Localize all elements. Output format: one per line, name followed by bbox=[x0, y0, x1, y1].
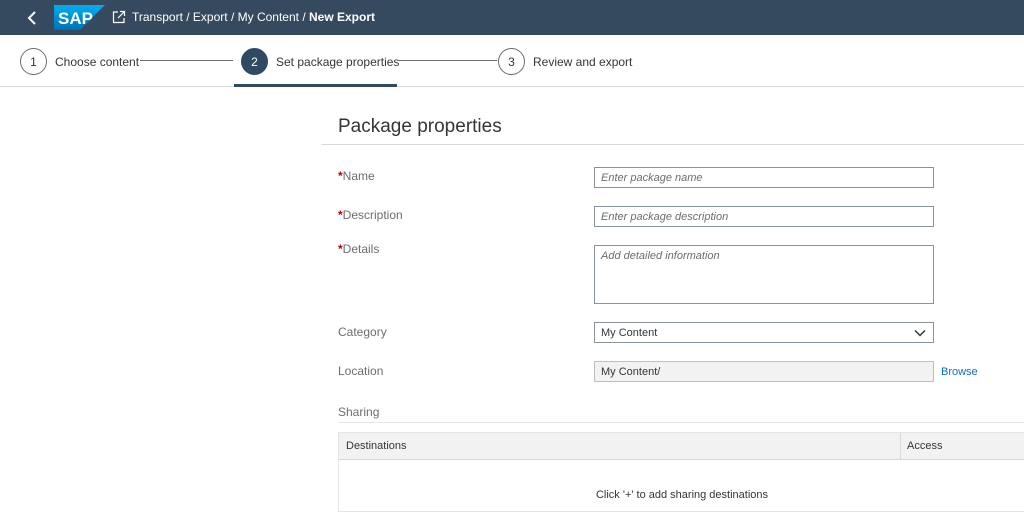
sharing-table: Destinations Access Click '+' to add sha… bbox=[338, 432, 1024, 512]
divider bbox=[322, 144, 1024, 145]
column-header-destinations[interactable]: Destinations bbox=[346, 440, 407, 452]
details-label: *Details bbox=[338, 242, 379, 256]
step-connector bbox=[140, 60, 233, 61]
wizard-step-choose-content[interactable]: 1 Choose content bbox=[20, 48, 139, 75]
description-label-text: Description bbox=[342, 208, 403, 222]
divider bbox=[338, 422, 1024, 423]
details-placeholder: Add detailed information bbox=[601, 250, 720, 262]
breadcrumb-separator: / bbox=[227, 10, 238, 24]
empty-table-message: Click '+' to add sharing destinations bbox=[595, 489, 769, 501]
step-label: Review and export bbox=[533, 54, 633, 69]
chevron-left-icon bbox=[27, 11, 36, 25]
breadcrumb-separator: / bbox=[298, 10, 309, 24]
sharing-label: Sharing bbox=[338, 405, 380, 419]
table-header: Destinations Access bbox=[339, 433, 1024, 460]
browse-link[interactable]: Browse bbox=[941, 366, 978, 378]
shell-bar: SAP Transport / Export / My Content / Ne… bbox=[0, 0, 1024, 35]
breadcrumb-transport[interactable]: Transport bbox=[132, 10, 183, 24]
column-header-access[interactable]: Access bbox=[907, 440, 942, 452]
details-textarea[interactable]: Add detailed information bbox=[594, 245, 934, 304]
wizard-step-set-package-properties[interactable]: 2 Set package properties bbox=[241, 48, 399, 75]
export-icon bbox=[112, 10, 126, 24]
step-number: 3 bbox=[498, 48, 525, 75]
package-description-input[interactable]: Enter package description bbox=[594, 206, 934, 227]
svg-text:SAP: SAP bbox=[58, 9, 93, 28]
package-name-placeholder: Enter package name bbox=[601, 172, 703, 184]
breadcrumb-separator: / bbox=[182, 10, 193, 24]
sap-logo[interactable]: SAP bbox=[54, 5, 105, 30]
package-name-input[interactable]: Enter package name bbox=[594, 167, 934, 188]
main-content: Package properties *Name Enter package n… bbox=[0, 88, 1024, 512]
package-description-placeholder: Enter package description bbox=[601, 211, 729, 223]
chevron-down-icon bbox=[914, 329, 926, 337]
details-label-text: Details bbox=[342, 242, 380, 256]
step-number: 1 bbox=[20, 48, 47, 75]
category-label: Category bbox=[338, 325, 387, 339]
breadcrumb-export[interactable]: Export bbox=[193, 10, 228, 24]
active-step-indicator bbox=[234, 84, 397, 87]
back-button[interactable] bbox=[22, 8, 42, 28]
step-connector bbox=[397, 60, 497, 61]
category-select[interactable]: My Content bbox=[594, 322, 934, 343]
description-label: *Description bbox=[338, 208, 403, 222]
location-label: Location bbox=[338, 364, 384, 378]
page-title: Package properties bbox=[338, 116, 502, 137]
name-label: *Name bbox=[338, 169, 375, 183]
column-separator bbox=[900, 433, 901, 460]
wizard-progress: 1 Choose content 2 Set package propertie… bbox=[0, 35, 1024, 87]
breadcrumb: Transport / Export / My Content / New Ex… bbox=[132, 10, 375, 24]
name-label-text: Name bbox=[342, 169, 375, 183]
location-field: My Content/ bbox=[594, 361, 934, 382]
step-number: 2 bbox=[241, 48, 268, 75]
breadcrumb-my-content[interactable]: My Content bbox=[238, 10, 299, 24]
breadcrumb-current: New Export bbox=[309, 10, 376, 24]
step-label: Set package properties bbox=[276, 54, 400, 69]
wizard-step-review-and-export[interactable]: 3 Review and export bbox=[498, 48, 632, 75]
step-label: Choose content bbox=[55, 54, 140, 69]
location-value: My Content/ bbox=[601, 366, 661, 378]
category-value: My Content bbox=[601, 326, 658, 339]
